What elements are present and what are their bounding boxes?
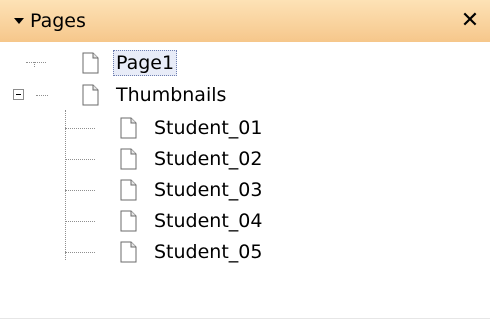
- tree-item-student-04[interactable]: Student_04: [120, 207, 265, 235]
- pages-tree: Page1 Thumbnails Student_01 Student_02 S…: [0, 42, 490, 312]
- document-icon: [120, 241, 137, 263]
- document-icon: [120, 210, 137, 232]
- document-icon: [120, 148, 137, 170]
- tree-item-label: Student_01: [154, 117, 263, 139]
- tree-connector: [36, 95, 48, 96]
- document-icon: [82, 52, 99, 74]
- tree-connector: [65, 128, 95, 129]
- pages-panel: Pages ✕ Page1 Thumbnails Student_01 Stud…: [0, 0, 490, 324]
- tree-connector: [26, 62, 46, 63]
- tree-connector: [65, 252, 95, 253]
- tree-connector: [65, 190, 95, 191]
- panel-titlebar: Pages ✕: [0, 0, 490, 42]
- tree-item-label: Student_05: [154, 241, 263, 263]
- tree-connector: [65, 110, 66, 260]
- tree-item-label: Student_03: [154, 179, 263, 201]
- tree-item-label: Student_02: [154, 148, 263, 170]
- panel-divider: [0, 318, 490, 319]
- tree-item-student-03[interactable]: Student_03: [120, 176, 265, 204]
- close-button[interactable]: ✕: [458, 9, 482, 33]
- tree-connector: [65, 159, 95, 160]
- tree-item-student-05[interactable]: Student_05: [120, 238, 265, 266]
- document-icon: [120, 179, 137, 201]
- close-icon: ✕: [460, 8, 480, 33]
- document-icon: [82, 84, 99, 106]
- tree-connector: [65, 221, 95, 222]
- tree-item-label: Thumbnails: [116, 84, 227, 106]
- tree-item-student-01[interactable]: Student_01: [120, 114, 265, 142]
- thumbnails-collapse-toggle[interactable]: [13, 89, 24, 100]
- tree-item-label: Student_04: [154, 210, 263, 232]
- tree-item-page1[interactable]: Page1: [82, 49, 178, 77]
- panel-title: Pages: [30, 10, 86, 32]
- tree-item-label: Page1: [113, 50, 178, 76]
- tree-item-thumbnails[interactable]: Thumbnails: [82, 81, 229, 109]
- triangle-down-icon[interactable]: [14, 18, 24, 24]
- tree-item-student-02[interactable]: Student_02: [120, 145, 265, 173]
- document-icon: [120, 117, 137, 139]
